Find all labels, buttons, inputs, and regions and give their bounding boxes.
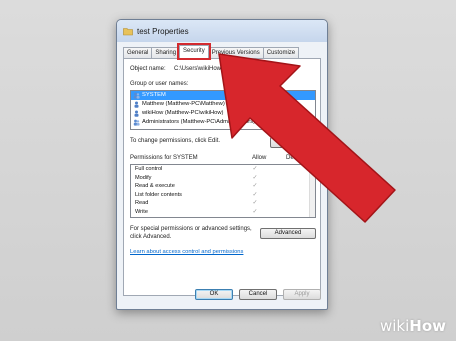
deny-header: Deny bbox=[286, 155, 301, 161]
tab-previous-versions[interactable]: Previous Versions bbox=[207, 47, 264, 58]
user-icon bbox=[133, 101, 140, 108]
special-permissions-text-2: click Advanced. bbox=[130, 234, 172, 240]
tab-general[interactable]: General bbox=[123, 47, 153, 58]
allow-check-icon: ✓ bbox=[252, 191, 258, 198]
permission-row: Modify ✓ bbox=[131, 174, 315, 183]
wikihow-logo: wikiHow bbox=[379, 317, 446, 335]
list-item-label: wikiHow (Matthew-PC\wikiHow) bbox=[142, 110, 224, 116]
users-icon bbox=[133, 92, 140, 99]
permission-row: Read ✓ bbox=[131, 199, 315, 208]
list-item-wikihow[interactable]: wikiHow (Matthew-PC\wikiHow) bbox=[131, 109, 315, 118]
tab-customize[interactable]: Customize bbox=[262, 47, 300, 58]
list-item-label: Matthew (Matthew-PC\Matthew) bbox=[142, 101, 225, 107]
object-name-label: Object name: bbox=[130, 66, 166, 72]
permissions-scrollbar[interactable] bbox=[309, 165, 315, 217]
ok-button[interactable]: OK bbox=[195, 289, 233, 300]
permission-row: List folder contents ✓ bbox=[131, 191, 315, 200]
advanced-button[interactable]: Advanced bbox=[260, 228, 316, 239]
security-panel: Object name: C:\Users\wikiHow\Desktop\te… bbox=[123, 58, 321, 296]
list-item-label: Administrators (Matthew-PC\Administrator… bbox=[142, 119, 256, 125]
apply-button[interactable]: Apply bbox=[283, 289, 321, 300]
permission-row: Read & execute ✓ bbox=[131, 182, 315, 191]
permission-row: Write ✓ bbox=[131, 208, 315, 217]
tab-strip: General Sharing Security Previous Versio… bbox=[123, 43, 300, 60]
allow-check-icon: ✓ bbox=[252, 174, 258, 181]
list-item-matthew[interactable]: Matthew (Matthew-PC\Matthew) bbox=[131, 100, 315, 109]
window-title: test Properties bbox=[137, 26, 189, 36]
list-item-administrators[interactable]: Administrators (Matthew-PC\Administrator… bbox=[131, 118, 315, 127]
edit-button[interactable]: Edit... bbox=[270, 137, 316, 148]
users-icon bbox=[133, 119, 140, 126]
object-name-value: C:\Users\wikiHow\Desktop\test bbox=[174, 66, 257, 72]
list-item-system[interactable]: SYSTEM bbox=[131, 91, 315, 100]
tab-sharing[interactable]: Sharing bbox=[151, 47, 181, 58]
folder-icon bbox=[123, 26, 133, 36]
permissions-list: Full control ✓ Modify ✓ Read & execute ✓… bbox=[130, 164, 316, 218]
group-names-label: Group or user names: bbox=[130, 81, 189, 87]
title-bar[interactable]: test Properties bbox=[117, 20, 327, 42]
allow-check-icon: ✓ bbox=[252, 166, 258, 172]
special-permissions-text: For special permissions or advanced sett… bbox=[130, 226, 252, 232]
allow-header: Allow bbox=[252, 155, 267, 161]
user-icon bbox=[133, 110, 140, 117]
permissions-header: Permissions for SYSTEM bbox=[130, 155, 198, 161]
allow-check-icon: ✓ bbox=[252, 200, 258, 206]
tab-security[interactable]: Security bbox=[177, 43, 211, 60]
allow-check-icon: ✓ bbox=[252, 183, 258, 189]
permission-row: Full control ✓ bbox=[131, 165, 315, 174]
cancel-button[interactable]: Cancel bbox=[239, 289, 277, 300]
group-user-list[interactable]: SYSTEM Matthew (Matthew-PC\Matthew) wiki… bbox=[130, 90, 316, 130]
allow-check-icon: ✓ bbox=[252, 208, 258, 215]
learn-more-link[interactable]: Learn about access control and permissio… bbox=[130, 249, 243, 255]
properties-dialog: test Properties General Sharing Security… bbox=[116, 19, 328, 310]
change-permissions-hint: To change permissions, click Edit. bbox=[130, 138, 221, 144]
list-item-label: SYSTEM bbox=[142, 92, 166, 98]
